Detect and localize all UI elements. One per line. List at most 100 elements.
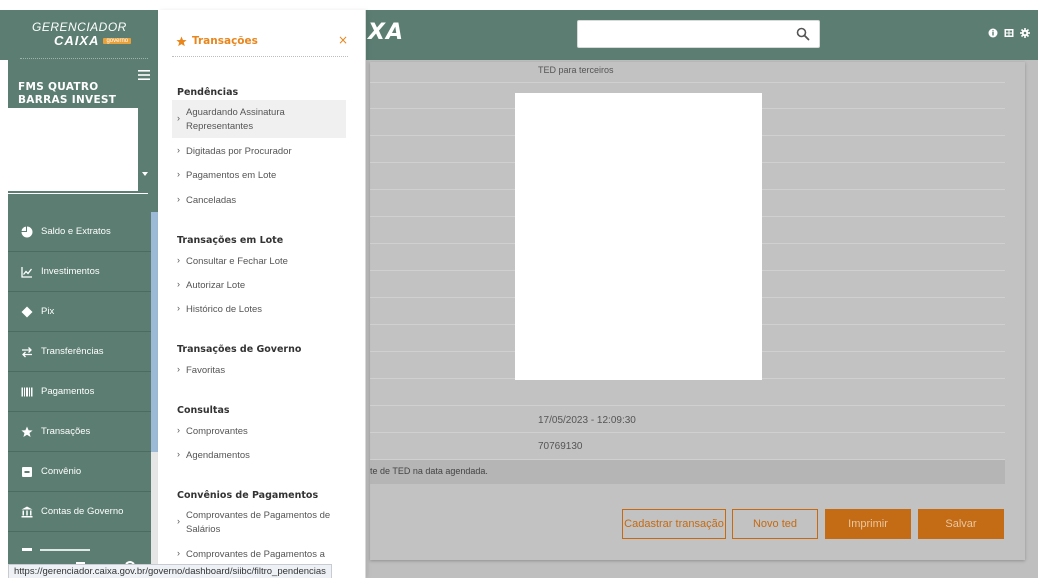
menu-item-label: Favoritas: [186, 365, 226, 376]
star-icon: [21, 426, 33, 437]
sidebar-scrollbar-track[interactable]: [151, 452, 158, 578]
sidebar-item-label: Investimentos: [41, 266, 100, 277]
menu-item-comprovantes-salarios[interactable]: › Comprovantes de Pagamentos de Salários: [177, 509, 337, 537]
gerenciador-caixa-logo[interactable]: GERENCIADOR CAIXA governo: [32, 20, 132, 48]
sidebar-item-investimentos[interactable]: Investimentos: [8, 252, 151, 292]
transaction-code-value: 70769130: [538, 441, 583, 452]
logo-governo-badge: governo: [103, 37, 132, 44]
chevron-right-icon: ›: [177, 145, 180, 155]
browser-status-url: https://gerenciador.caixa.gov.br/governo…: [8, 564, 332, 578]
sidebar-item-transferencias[interactable]: Transferências: [8, 332, 151, 372]
convenio-icon: [22, 466, 32, 477]
chevron-right-icon: ›: [177, 303, 180, 313]
sidebar-item-transacoes[interactable]: Transações: [8, 412, 151, 452]
sidebar-item-convenio[interactable]: Convênio: [8, 452, 151, 492]
sidebar-scrollbar-thumb[interactable]: [151, 212, 158, 452]
menu-item-label: Digitadas por Procurador: [186, 146, 292, 157]
chevron-right-icon: ›: [177, 548, 180, 558]
account-selector[interactable]: [8, 108, 138, 191]
redacted-area: [515, 93, 762, 380]
menu-item-label: Histórico de Lotes: [186, 304, 263, 315]
search-icon[interactable]: [796, 27, 810, 41]
register-transaction-button[interactable]: Cadastrar transação: [622, 509, 726, 539]
info-message: te de TED na data agendada.: [370, 466, 488, 476]
transaction-datetime-value: 17/05/2023 - 12:09:30: [538, 415, 636, 426]
pix-icon: [21, 306, 33, 317]
sidebar-item-contas-governo[interactable]: Contas de Governo: [8, 492, 151, 532]
chevron-right-icon: ›: [177, 425, 180, 435]
menu-item-label: Comprovantes de Pagamentos de Salários: [186, 510, 331, 535]
save-button[interactable]: Salvar: [918, 509, 1004, 539]
transfer-type-value: TED para terceiros: [538, 65, 614, 75]
chevron-down-icon[interactable]: [142, 172, 148, 176]
account-underline: [8, 193, 148, 194]
menu-item-label: Comprovantes de Pagamentos a: [186, 549, 325, 560]
section-title-convenios-pagamentos: Convênios de Pagamentos: [177, 490, 319, 501]
menu-item-label: Autorizar Lote: [186, 280, 246, 291]
close-icon[interactable]: ×: [338, 33, 348, 47]
sidebar-item-label: Transações: [41, 426, 91, 437]
detail-row: [370, 378, 1005, 406]
menu-item-favoritas[interactable]: › Favoritas: [177, 364, 225, 378]
search-input[interactable]: [578, 21, 804, 47]
new-ted-button[interactable]: Novo ted: [732, 509, 818, 539]
menu-item-comprovantes-pagamentos-a[interactable]: › Comprovantes de Pagamentos a: [177, 548, 337, 562]
section-title-consultas: Consultas: [177, 405, 230, 416]
menu-item-pagamentos-lote[interactable]: › Pagamentos em Lote: [177, 169, 276, 183]
flyout-header: Transações: [176, 35, 258, 47]
transactions-flyout-menu: Transações × Pendências › Aguardando Ass…: [158, 10, 366, 578]
sidebar-item-label: Saldo e Extratos: [41, 226, 111, 237]
line-chart-icon: [21, 266, 33, 278]
detail-row: 70769130: [370, 432, 1005, 460]
chevron-right-icon: ›: [177, 449, 180, 459]
government-building-icon: [21, 506, 33, 517]
barcode-icon: [21, 387, 33, 396]
menu-item-label: Agendamentos: [186, 450, 250, 461]
print-button[interactable]: Imprimir: [825, 509, 911, 539]
sidebar-item-pagamentos[interactable]: Pagamentos: [8, 372, 151, 412]
menu-item-historico-lotes[interactable]: › Histórico de Lotes: [177, 303, 262, 317]
menu-item-autorizar-lote[interactable]: › Autorizar Lote: [177, 279, 245, 293]
flyout-title: Transações: [192, 35, 258, 47]
section-title-transacoes-lote: Transações em Lote: [177, 235, 284, 246]
section-title-pendencias: Pendências: [177, 87, 239, 98]
header-icons: [988, 28, 1030, 38]
grid-icon[interactable]: [1004, 28, 1014, 38]
sidebar-item-label: Pagamentos: [41, 386, 95, 397]
flyout-divider: [172, 56, 348, 57]
sidebar-item-saldo-extratos[interactable]: Saldo e Extratos: [8, 212, 151, 252]
logo-caixa-text: CAIXA: [54, 33, 100, 48]
sidebar-nav: Saldo e Extratos Investimentos Pix Trans…: [8, 212, 151, 532]
menu-item-agendamentos[interactable]: › Agendamentos: [177, 449, 250, 463]
sidebar-item-label: Contas de Governo: [41, 506, 124, 517]
hamburger-menu-icon[interactable]: [138, 70, 150, 80]
section-title-transacoes-governo: Transações de Governo: [177, 344, 302, 355]
detail-row: 17/05/2023 - 12:09:30: [370, 405, 1005, 433]
sidebar-item-label: Pix: [41, 306, 55, 317]
menu-item-label: Canceladas: [186, 195, 237, 206]
search-box[interactable]: [577, 20, 820, 48]
gear-icon[interactable]: [1020, 28, 1030, 38]
sidebar-item-label: Transferências: [41, 346, 104, 357]
logo-bottom: CAIXA governo: [54, 33, 132, 48]
menu-item-consultar-fechar-lote[interactable]: › Consultar e Fechar Lote: [177, 255, 288, 269]
transfer-arrows-icon: [22, 346, 32, 357]
logo-top-text: GERENCIADOR: [32, 20, 127, 34]
sidebar-item-pix[interactable]: Pix: [8, 292, 151, 332]
chevron-right-icon: ›: [177, 364, 180, 374]
menu-item-comprovantes[interactable]: › Comprovantes: [177, 425, 248, 439]
chevron-right-icon: ›: [177, 194, 180, 204]
menu-item-aguardando-assinatura[interactable]: › Aguardando Assinatura Representantes: [177, 106, 307, 134]
sidebar-item-label: Convênio: [41, 466, 82, 477]
logo-divider: [20, 58, 148, 59]
menu-item-label: Pagamentos em Lote: [186, 170, 277, 181]
chevron-right-icon: ›: [177, 279, 180, 289]
chevron-right-icon: ›: [177, 255, 180, 265]
menu-item-label: Aguardando Assinatura Representantes: [186, 107, 285, 132]
help-icon[interactable]: [988, 28, 998, 38]
menu-item-canceladas[interactable]: › Canceladas: [177, 194, 236, 208]
menu-item-digitadas-procurador[interactable]: › Digitadas por Procurador: [177, 145, 292, 159]
menu-item-label: Comprovantes: [186, 426, 248, 437]
transaction-detail-card: TED para terceiros 17/05/2023 - 12:09:30…: [370, 62, 1025, 560]
menu-item-label: Consultar e Fechar Lote: [186, 256, 288, 267]
